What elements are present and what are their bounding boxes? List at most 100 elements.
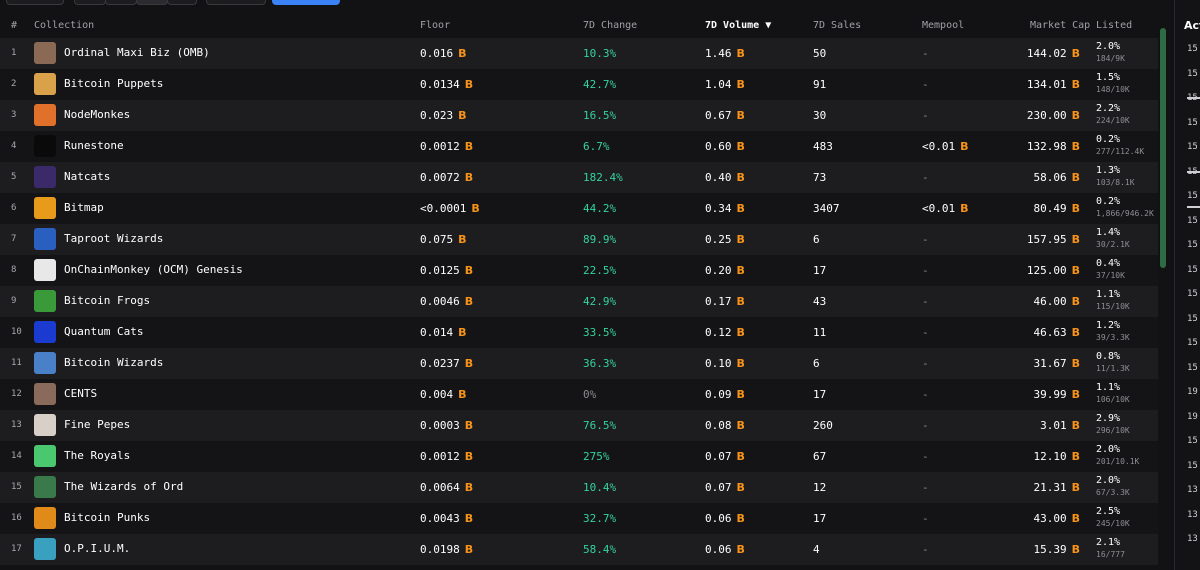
collection-thumbnail [34, 166, 56, 188]
mempool-value: <0.01 [922, 140, 956, 153]
toolbar-segment-active[interactable] [136, 0, 168, 5]
header-market-cap[interactable]: Market Cap [1030, 20, 1090, 31]
collection-name[interactable]: Bitcoin Wizards [64, 356, 163, 369]
btc-icon: B [1071, 481, 1080, 494]
collection-name[interactable]: Fine Pepes [64, 418, 130, 431]
collection-name[interactable]: Bitcoin Punks [64, 511, 150, 524]
table-row[interactable]: 14 The Royals 0.0012 B 275% 0.07 B 67 - 12.10 B 2.0… [0, 441, 1158, 472]
collection-name[interactable]: NodeMonkes [64, 108, 130, 121]
listed: 0.8% 11/1.3K [1096, 350, 1158, 375]
table-row[interactable]: 11 Bitcoin Wizards 0.0237 B 36.3% 0.10 B 6 - 31.6… [0, 348, 1158, 379]
collection-name[interactable]: Taproot Wizards [64, 232, 163, 245]
header-mempool[interactable]: Mempool [922, 20, 964, 31]
7d-change: 32.7% [583, 512, 617, 525]
volume-value: 0.08 [705, 419, 732, 432]
table-row[interactable]: 3 NodeMonkes 0.023 B 16.5% 0.67 B 30 - 230.00 B 2.2… [0, 100, 1158, 131]
header-floor[interactable]: Floor [420, 20, 450, 31]
header-7d-volume[interactable]: 7D Volume ▼ [705, 20, 771, 31]
activity-time: 15 [1187, 460, 1198, 471]
listed-ratio: 37/10K [1096, 271, 1125, 280]
listed: 1.4% 30/2.1K [1096, 226, 1158, 251]
table-row[interactable]: 5 Natcats 0.0072 B 182.4% 0.40 B 73-58.06 B 1.3% 1… [0, 162, 1158, 193]
7d-change: 275% [583, 450, 610, 463]
listed-ratio: 103/8.1K [1096, 178, 1135, 187]
collection-name[interactable]: Bitcoin Frogs [64, 294, 150, 307]
toolbar-segment[interactable] [167, 0, 197, 5]
collection-name[interactable]: The Royals [64, 449, 130, 462]
listed: 2.0% 184/9K [1096, 40, 1158, 65]
activity-time: 15 [1187, 264, 1198, 275]
floor-price: 0.0125 B [420, 264, 473, 277]
header-7d-sales[interactable]: 7D Sales [813, 20, 861, 31]
header-collection[interactable]: Collection [34, 20, 94, 31]
table-row[interactable]: 12 CENTS 0.004 B 0% 0.09 B 17 - 39.99 B 1.1% 106/10K [0, 379, 1158, 410]
7d-sales: 3407 [813, 202, 840, 215]
toolbar-segment[interactable] [105, 0, 137, 5]
table-row[interactable]: 4 Runestone 0.0012 B 6.7% 0.60 B 483 <0.01 B 132.9… [0, 131, 1158, 162]
collection-name[interactable]: Quantum Cats [64, 325, 143, 338]
btc-icon: B [1071, 47, 1080, 60]
table-row[interactable]: 8 OnChainMonkey (OCM) Genesis 0.0125 B 22.5%… [0, 255, 1158, 286]
btc-icon: B [1071, 78, 1080, 91]
floor-value: 0.0072 [420, 171, 460, 184]
collection-thumbnail [34, 352, 56, 374]
row-index: 15 [11, 482, 22, 492]
collection-name[interactable]: Runestone [64, 139, 124, 152]
floor-value: 0.0237 [420, 357, 460, 370]
collection-name[interactable]: Ordinal Maxi Biz (OMB) [64, 46, 210, 59]
table-row[interactable]: 7 Taproot Wizards 0.075 B 89.9% 0.25 B 6 - 157.95… [0, 224, 1158, 255]
market-cap-value: 39.99 B [1033, 388, 1080, 401]
listed-ratio: 148/10K [1096, 85, 1130, 94]
table-row[interactable]: 6 Bitmap <0.0001 B 44.2% 0.34 B 3407 <0.01 B 80.49… [0, 193, 1158, 224]
7d-change: 36.3% [583, 357, 617, 370]
collection-name[interactable]: CENTS [64, 387, 97, 400]
listed-percent: 0.8% [1096, 351, 1121, 362]
row-index: 17 [11, 544, 22, 554]
collection-name[interactable]: Bitcoin Puppets [64, 77, 163, 90]
7d-sales: 6 [813, 357, 820, 370]
listed-percent: 0.2% [1096, 134, 1121, 145]
table-row[interactable]: 2 Bitcoin Puppets 0.0134 B 42.7% 1.04 B 91 - 134.… [0, 69, 1158, 100]
btc-icon: B [1071, 171, 1080, 184]
btc-icon: B [458, 233, 467, 246]
mempool-value: - [922, 512, 929, 525]
volume-value: 0.67 [705, 109, 732, 122]
floor-price: 0.0012 B [420, 450, 473, 463]
volume-value: 0.09 [705, 388, 732, 401]
table-row[interactable]: 17 O.P.I.U.M. 0.0198 B 58.4% 0.06 B 4 - 15.39 B 2.1… [0, 534, 1158, 565]
collection-name[interactable]: O.P.I.U.M. [64, 542, 130, 555]
collection-name[interactable]: OnChainMonkey (OCM) Genesis [64, 263, 243, 276]
toolbar-segment[interactable] [74, 0, 106, 5]
collection-name[interactable]: The Wizards of Ord [64, 480, 183, 493]
table-row[interactable]: 1 Ordinal Maxi Biz (OMB) 0.016 B 10.3% 1.46 B 5… [0, 38, 1158, 69]
listed: 0.2% 277/112.4K [1096, 133, 1158, 158]
listed-ratio: 277/112.4K [1096, 147, 1145, 156]
header-index: # [11, 20, 18, 31]
floor-value: 0.075 [420, 233, 454, 246]
collection-name[interactable]: Natcats [64, 170, 110, 183]
toolbar-button[interactable] [6, 0, 64, 5]
primary-button[interactable] [272, 0, 340, 5]
table-row[interactable]: 13 Fine Pepes 0.0003 B 76.5% 0.08 B 260 - 3.01 B 2.… [0, 410, 1158, 441]
table-row[interactable]: 15 The Wizards of Ord 0.0064 B 10.4% 0.07 B 12 -… [0, 472, 1158, 503]
collection-name[interactable]: Bitmap [64, 201, 104, 214]
floor-value: 0.0064 [420, 481, 460, 494]
header-listed[interactable]: Listed [1096, 20, 1132, 31]
mempool-value: - [922, 543, 929, 556]
market-cap-number: 58.06 [1033, 171, 1067, 184]
table-scrollbar[interactable] [1160, 28, 1166, 268]
table-row[interactable]: 10 Quantum Cats 0.014 B 33.5% 0.12 B 11 - 46.63 B 1… [0, 317, 1158, 348]
mempool: - [922, 512, 929, 525]
floor-value: 0.014 [420, 326, 454, 339]
market-cap-number: 3.01 [1040, 419, 1067, 432]
table-row[interactable]: 9 Bitcoin Frogs 0.0046 B 42.9% 0.17 B 43 - 46.00 B… [0, 286, 1158, 317]
btc-icon: B [736, 481, 745, 494]
toolbar-button[interactable] [206, 0, 266, 5]
7d-volume: 1.46 B [705, 47, 745, 60]
floor-value: 0.0003 [420, 419, 460, 432]
table-row[interactable]: 16 Bitcoin Punks 0.0043 B 32.7% 0.06 B 17 - 43.00… [0, 503, 1158, 534]
mempool: - [922, 109, 929, 122]
row-index: 11 [11, 358, 22, 368]
header-7d-change[interactable]: 7D Change [583, 20, 637, 31]
listed-ratio: 106/10K [1096, 395, 1130, 404]
